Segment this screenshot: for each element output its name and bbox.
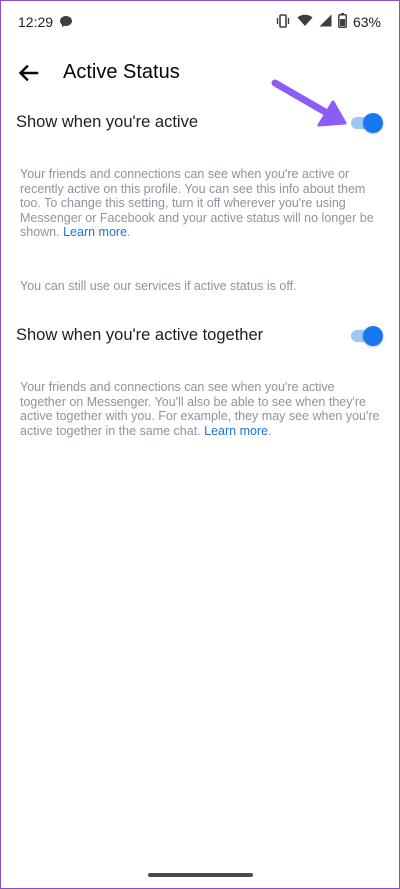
active-together-description: Your friends and connections can see whe… xyxy=(20,380,380,438)
status-icons: 63% xyxy=(275,13,381,31)
active-together-row[interactable]: Show when you're active together xyxy=(1,316,399,356)
battery-icon xyxy=(338,13,347,31)
wifi-icon xyxy=(297,14,313,30)
back-arrow-icon xyxy=(18,64,39,82)
active-status-label: Show when you're active xyxy=(16,113,198,131)
vibrate-icon xyxy=(275,13,291,31)
learn-more-link-together[interactable]: Learn more xyxy=(204,424,268,438)
battery-percent: 63% xyxy=(352,14,381,30)
status-time: 12:29 xyxy=(18,14,54,30)
messenger-bubble-icon xyxy=(59,15,73,33)
active-together-label: Show when you're active together xyxy=(16,326,264,344)
learn-more-link[interactable]: Learn more xyxy=(63,225,127,239)
status-bar: 12:29 63% xyxy=(1,1,399,43)
back-button[interactable] xyxy=(15,60,41,86)
active-together-toggle[interactable] xyxy=(351,326,383,346)
page-title: Active Status xyxy=(63,61,180,83)
active-status-description: Your friends and connections can see whe… xyxy=(20,167,374,239)
toggle-thumb xyxy=(363,113,383,133)
signal-icon xyxy=(319,14,332,30)
toggle-thumb xyxy=(363,326,383,346)
home-indicator[interactable] xyxy=(148,873,253,877)
active-together-description-text: Your friends and connections can see whe… xyxy=(20,380,380,438)
annotation-arrow-icon xyxy=(271,79,347,127)
services-note: You can still use our services if active… xyxy=(20,279,297,293)
